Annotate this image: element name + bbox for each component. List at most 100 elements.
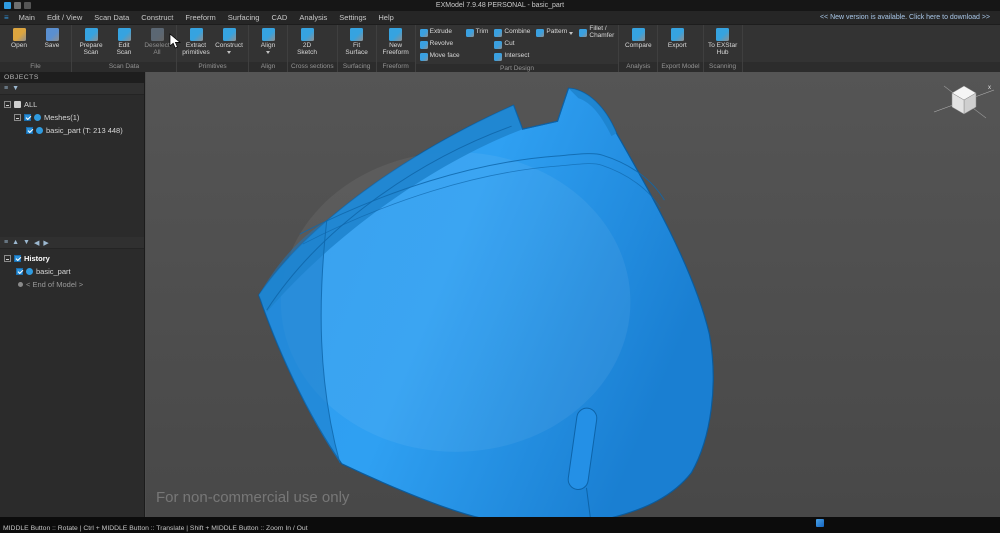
menu-freeform[interactable]: Freeform [179, 11, 221, 25]
menu-scan-data[interactable]: Scan Data [88, 11, 135, 25]
quick-access-save-icon[interactable] [14, 2, 21, 9]
ribbon-filler [743, 25, 1000, 72]
open-folder-icon [13, 28, 26, 41]
chevron-down-icon [266, 51, 270, 54]
revolve-button[interactable]: Revolve [420, 39, 460, 50]
export-icon [671, 28, 684, 41]
taskbar-app-icon[interactable] [816, 519, 824, 527]
tree-item-basic-part[interactable]: basic_part (T: 213 448) [0, 124, 144, 137]
prepare-scan-button[interactable]: Prepare Scan [76, 27, 106, 56]
new-freeform-button[interactable]: New Freeform [381, 27, 411, 56]
fit-surface-icon [350, 28, 363, 41]
align-button[interactable]: Align [253, 27, 283, 54]
part-model-canvas[interactable] [146, 72, 1000, 517]
all-objects-icon [14, 101, 21, 108]
history-item-end-of-model[interactable]: < End of Model > [0, 278, 144, 291]
mouse-hint-text: MIDDLE Button :: Rotate | Ctrl + MIDDLE … [3, 525, 308, 532]
extract-primitives-icon [190, 28, 203, 41]
menu-analysis[interactable]: Analysis [293, 11, 333, 25]
export-button[interactable]: Export [662, 27, 692, 49]
ribbon-group-file: Open Save File [0, 25, 72, 72]
history-root[interactable]: History [0, 252, 144, 265]
group-label-align: Align [249, 62, 287, 72]
extrude-button[interactable]: Extrude [420, 27, 460, 38]
deselect-all-button[interactable]: Deselect All [142, 27, 172, 56]
axis-x-label: x [988, 85, 991, 91]
group-label-scanning: Scanning [704, 62, 742, 72]
objects-panel-toolbar: ≡ ▼ [0, 83, 144, 95]
group-label-surfacing: Surfacing [338, 62, 376, 72]
view-cube[interactable]: x [932, 78, 996, 122]
ribbon-group-analysis: Compare Analysis [619, 25, 658, 72]
menubar: ≡ Main Edit / View Scan Data Construct F… [0, 11, 1000, 25]
step-down-icon[interactable]: ▼ [23, 239, 30, 246]
visibility-checkbox[interactable] [24, 114, 31, 121]
tree-item-all[interactable]: ALL [0, 98, 144, 111]
fillet-chamfer-button[interactable]: Fillet / Chamfer [579, 27, 614, 38]
fit-surface-button[interactable]: Fit Surface [342, 27, 372, 56]
deselect-all-icon [151, 28, 164, 41]
menu-edit-view[interactable]: Edit / View [41, 11, 88, 25]
collapse-icon[interactable] [4, 255, 11, 262]
menu-surfacing[interactable]: Surfacing [222, 11, 266, 25]
filter-icon[interactable]: ▼ [12, 85, 19, 92]
2d-sketch-button[interactable]: 2D Sketch [292, 27, 322, 56]
go-first-icon[interactable]: ◀ [34, 239, 39, 247]
menu-construct[interactable]: Construct [135, 11, 179, 25]
compare-button[interactable]: Compare [623, 27, 653, 49]
history-checkbox[interactable] [14, 255, 21, 262]
open-button[interactable]: Open [4, 27, 34, 49]
ribbon-group-surfacing: Fit Surface Surfacing [338, 25, 377, 72]
menu-settings[interactable]: Settings [333, 11, 372, 25]
step-up-icon[interactable]: ▲ [12, 239, 19, 246]
collapse-icon[interactable] [4, 101, 11, 108]
menu-main[interactable]: Main [13, 11, 41, 25]
feature-checkbox[interactable] [16, 268, 23, 275]
quick-access-menu-icon[interactable] [24, 2, 31, 9]
align-icon [262, 28, 275, 41]
feature-icon [26, 268, 33, 275]
ribbon-group-export-model: Export Export Model [658, 25, 703, 72]
go-last-icon[interactable]: ▶ [43, 239, 48, 247]
trim-button[interactable]: Trim [466, 27, 489, 38]
cut-icon [494, 41, 502, 49]
group-label-analysis: Analysis [619, 62, 657, 72]
history-panel-toolbar: ≡ ▲ ▼ ◀ ▶ [0, 237, 144, 249]
move-face-button[interactable]: Move face [420, 51, 460, 62]
ribbon-group-primitives: Extract primitives Construct Primitives [177, 25, 249, 72]
menu-cad[interactable]: CAD [265, 11, 293, 25]
collapse-icon[interactable] [14, 114, 21, 121]
history-item-basic-part[interactable]: basic_part [0, 265, 144, 278]
menu-help[interactable]: Help [372, 11, 399, 25]
trim-icon [466, 29, 474, 37]
extrude-icon [420, 29, 428, 37]
intersect-icon [494, 53, 502, 61]
save-button[interactable]: Save [37, 27, 67, 49]
combine-button[interactable]: Combine [494, 27, 530, 38]
ribbon-group-cross-sections: 2D Sketch Cross sections [288, 25, 338, 72]
chevron-down-icon [569, 32, 573, 35]
list-view-icon[interactable]: ≡ [4, 85, 8, 92]
to-exstar-hub-button[interactable]: To EXStar Hub [708, 27, 738, 56]
tree-view-icon[interactable]: ≡ [4, 239, 8, 246]
group-label-export-model: Export Model [658, 62, 702, 72]
mesh-icon [36, 127, 43, 134]
3d-viewport[interactable]: For non-commercial use only x [146, 72, 1000, 517]
tree-item-meshes[interactable]: Meshes(1) [0, 111, 144, 124]
mesh-icon [34, 114, 41, 121]
visibility-checkbox[interactable] [26, 127, 33, 134]
2d-sketch-icon [301, 28, 314, 41]
pattern-button[interactable]: Pattern [536, 27, 573, 38]
construct-button[interactable]: Construct [214, 27, 244, 54]
extract-primitives-button[interactable]: Extract primitives [181, 27, 211, 56]
update-notice-link[interactable]: << New version is available. Click here … [820, 14, 996, 21]
application-window: EXModel 7.9.48 PERSONAL - basic_part ≡ M… [0, 0, 1000, 533]
app-icon [4, 2, 11, 9]
footer: MIDDLE Button :: Rotate | Ctrl + MIDDLE … [0, 517, 1000, 533]
ribbon-group-scan-data: Prepare Scan Edit Scan Deselect All Scan… [72, 25, 177, 72]
edit-scan-button[interactable]: Edit Scan [109, 27, 139, 56]
cut-button[interactable]: Cut [494, 39, 530, 50]
menu-grid-icon[interactable]: ≡ [4, 13, 9, 22]
compare-icon [632, 28, 645, 41]
intersect-button[interactable]: Intersect [494, 51, 530, 62]
